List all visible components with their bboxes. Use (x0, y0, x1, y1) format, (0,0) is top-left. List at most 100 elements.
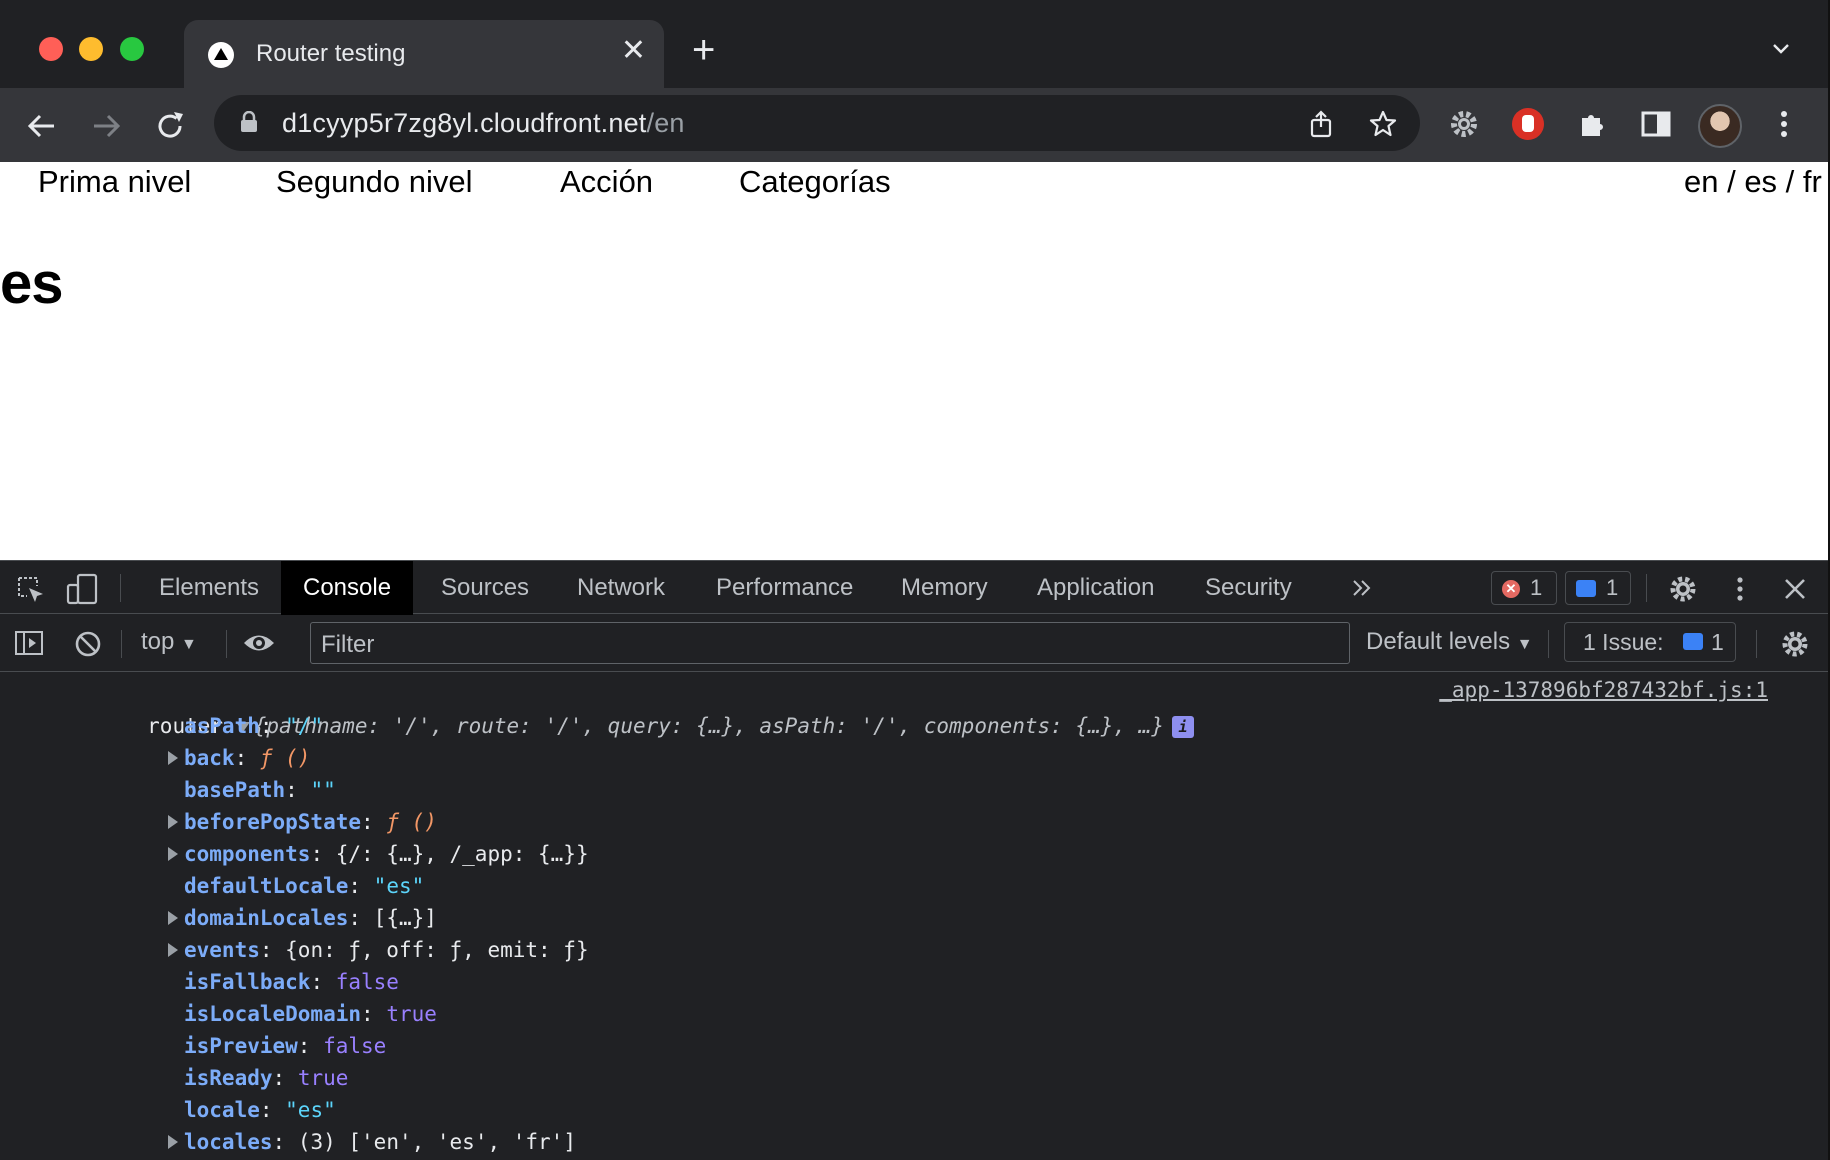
nav-link-segundo-nivel[interactable]: Segundo nivel (276, 164, 473, 200)
maximize-window-button[interactable] (120, 37, 144, 61)
page-heading: es (0, 251, 64, 316)
tab-close-icon[interactable]: ✕ (621, 36, 646, 66)
devtools-menu-icon[interactable] (1728, 574, 1752, 604)
property-row[interactable]: locales: (3) ['en', 'es', 'fr'] (168, 1126, 576, 1158)
close-window-button[interactable] (39, 37, 63, 61)
message-count-badge[interactable]: 1 (1565, 571, 1631, 605)
source-link[interactable]: _app-137896bf287432bf.js:1 (1439, 676, 1768, 708)
info-icon[interactable]: i (1171, 716, 1194, 738)
clear-console-icon[interactable] (74, 630, 102, 658)
log-levels-dropdown[interactable]: Default levels ▼ (1366, 628, 1533, 656)
reload-icon[interactable] (152, 108, 188, 144)
devtools-tab-bar: Elements Console Sources Network Perform… (0, 560, 1828, 615)
tab-network[interactable]: Network (555, 561, 687, 615)
property-key: asPath (184, 714, 260, 738)
nav-link-accion[interactable]: Acción (560, 164, 653, 200)
forward-arrow-icon[interactable] (88, 108, 124, 144)
expand-caret-icon[interactable] (168, 847, 178, 861)
tab-application[interactable]: Application (1015, 561, 1176, 615)
toolbar-divider (1646, 574, 1647, 602)
property-key: beforePopState (184, 810, 362, 834)
property-row[interactable]: back: ƒ () (168, 742, 311, 774)
property-separator: : (272, 1066, 298, 1090)
message-count: 1 (1606, 575, 1619, 600)
back-arrow-icon[interactable] (24, 108, 60, 144)
context-value: top (141, 628, 175, 655)
show-sidebar-icon[interactable] (14, 630, 44, 656)
tab-search-chevron-icon[interactable] (1772, 40, 1790, 58)
context-selector[interactable]: top ▼ (141, 628, 197, 656)
property-value: {on: ƒ, off: ƒ, emit: ƒ} (285, 938, 589, 962)
console-settings-gear-icon[interactable] (1780, 629, 1810, 659)
property-key: locale (184, 1098, 260, 1122)
expand-caret-icon[interactable] (168, 815, 178, 829)
property-key: locales (184, 1130, 273, 1154)
browser-tab[interactable]: Router testing ✕ (184, 20, 664, 88)
live-expression-eye-icon[interactable] (242, 632, 276, 654)
close-devtools-icon[interactable] (1782, 576, 1808, 602)
property-separator: : (272, 1130, 298, 1154)
property-separator: : (361, 810, 387, 834)
share-icon[interactable] (1306, 109, 1336, 139)
property-separator: : (310, 970, 336, 994)
new-tab-button[interactable]: + (692, 30, 715, 70)
url-host: d1cyyp5r7zg8yl.cloudfront.net (282, 108, 647, 138)
property-key: domainLocales (184, 906, 349, 930)
toolbar-divider (121, 630, 122, 658)
property-row: defaultLocale: "es" (184, 870, 424, 902)
issues-button[interactable]: 1 Issue: 1 (1564, 622, 1736, 662)
address-bar[interactable]: d1cyyp5r7zg8yl.cloudfront.net/en (214, 95, 1420, 151)
tab-security[interactable]: Security (1183, 561, 1314, 615)
property-separator: : (348, 906, 374, 930)
nav-link-prima-nivel[interactable]: Prima nivel (38, 164, 191, 200)
property-row[interactable]: domainLocales: [{…}] (168, 902, 437, 934)
error-icon: ✕ (1502, 580, 1520, 598)
toolbar-divider (226, 630, 227, 658)
locale-switcher[interactable]: en / es / fr (1684, 164, 1822, 200)
browser-menu-icon[interactable] (1766, 106, 1802, 142)
property-value: "/" (285, 714, 324, 738)
tab-title: Router testing (256, 40, 406, 67)
issues-label: 1 Issue: (1583, 629, 1664, 655)
nav-link-categorias[interactable]: Categorías (739, 164, 891, 200)
browser-window: Router testing ✕ + d1cyyp5r7zg8yl.cloudf… (0, 0, 1830, 1160)
extension-gear-icon[interactable] (1446, 106, 1482, 142)
tab-sources[interactable]: Sources (419, 561, 551, 615)
settings-gear-icon[interactable] (1668, 574, 1698, 604)
tab-memory[interactable]: Memory (879, 561, 1010, 615)
property-row[interactable]: events: {on: ƒ, off: ƒ, emit: ƒ} (168, 934, 589, 966)
expand-caret-icon[interactable] (168, 943, 178, 957)
console-filter-input[interactable]: Filter (310, 622, 1350, 664)
property-key: components (184, 842, 311, 866)
more-tabs-chevron-icon[interactable] (1351, 577, 1373, 599)
issues-count: 1 (1711, 629, 1724, 655)
object-summary: {pathname: '/', route: '/', query: {…}, … (253, 714, 1164, 738)
device-toolbar-icon[interactable] (66, 573, 100, 605)
console-log-entry[interactable]: router {pathname: '/', route: '/', query… (46, 678, 1194, 738)
toolbar-divider (1548, 630, 1549, 658)
property-value: ƒ () (259, 746, 311, 770)
minimize-window-button[interactable] (79, 37, 103, 61)
property-row[interactable]: components: {/: {…}, /_app: {…}} (168, 838, 589, 870)
expand-caret-icon[interactable] (168, 911, 178, 925)
expand-caret-icon[interactable] (168, 751, 178, 765)
property-row[interactable]: beforePopState: ƒ () (168, 806, 437, 838)
bookmark-star-icon[interactable] (1368, 109, 1398, 139)
property-value: {/: {…}, /_app: {…}} (335, 842, 589, 866)
extension-stop-hand-icon[interactable] (1510, 106, 1546, 142)
tab-console[interactable]: Console (281, 561, 414, 615)
devtools-panel: Elements Console Sources Network Perform… (0, 560, 1828, 1160)
profile-avatar[interactable] (1698, 104, 1742, 148)
inspect-element-icon[interactable] (16, 575, 46, 605)
error-count: 1 (1530, 575, 1543, 600)
lock-icon[interactable] (240, 111, 258, 133)
property-value: "es" (285, 1098, 336, 1122)
extensions-puzzle-icon[interactable] (1574, 106, 1610, 142)
tab-elements[interactable]: Elements (137, 561, 281, 615)
tab-performance[interactable]: Performance (694, 561, 875, 615)
property-value: (3) ['en', 'es', 'fr'] (297, 1130, 576, 1154)
expand-caret-icon[interactable] (168, 1135, 178, 1149)
property-value: "" (310, 778, 336, 802)
error-count-badge[interactable]: ✕ 1 (1491, 571, 1557, 605)
side-panel-icon[interactable] (1638, 106, 1674, 142)
